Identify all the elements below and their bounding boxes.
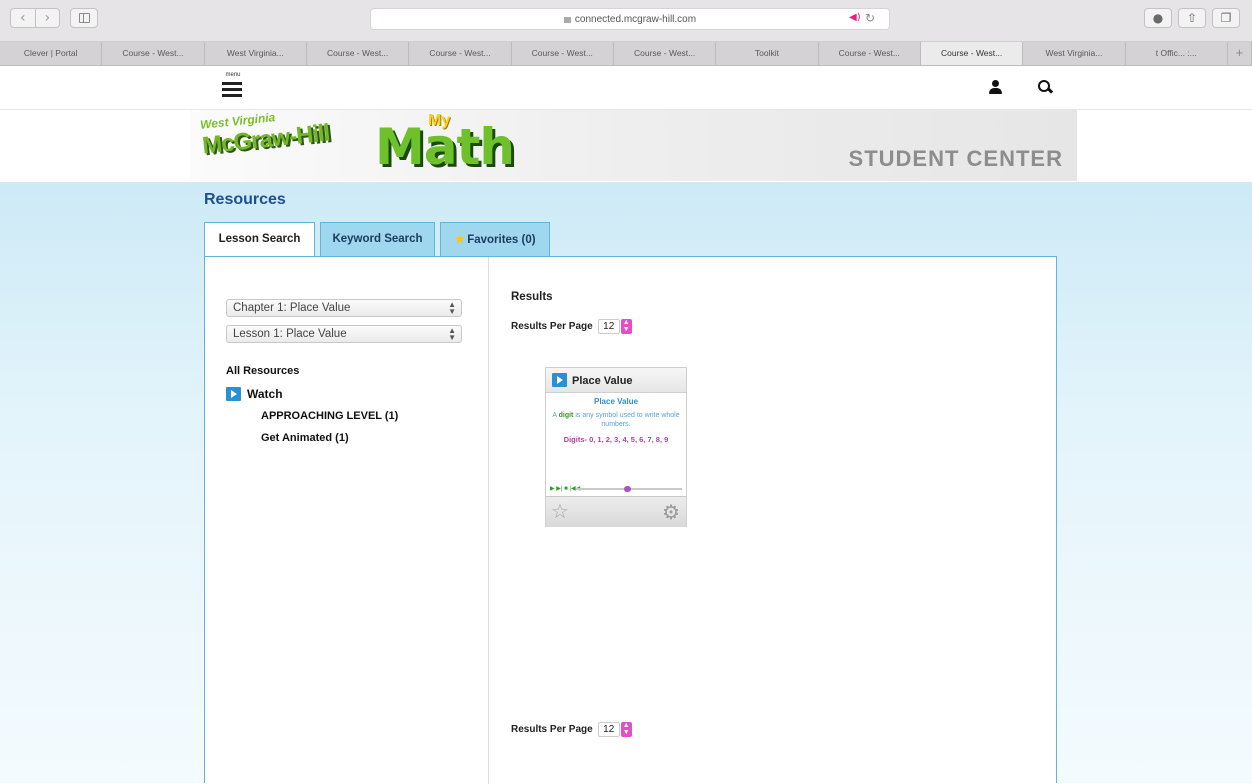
tabs-icon: ❐ — [1220, 11, 1232, 25]
watch-category[interactable]: Watch — [226, 387, 283, 403]
student-center-title: STUDENT CENTER — [848, 146, 1063, 171]
card-thumbnail[interactable]: Place Value A digit is any symbol used t… — [546, 393, 686, 444]
reload-icon[interactable]: ↻ — [865, 11, 875, 25]
url-text: connected.mcgraw-hill.com — [574, 14, 697, 25]
get-animated-link[interactable]: Get Animated (1) — [261, 432, 349, 444]
watch-label: Watch — [247, 387, 283, 401]
site-header: menu — [0, 66, 1252, 110]
browser-tab[interactable]: Course - West... — [102, 42, 205, 65]
extension-button[interactable]: ● — [1144, 8, 1172, 28]
results-heading: Results — [511, 291, 553, 303]
player-knob[interactable] — [624, 486, 631, 492]
share-button[interactable]: ⇧ — [1178, 8, 1206, 28]
favorite-star-icon[interactable]: ☆ — [551, 500, 569, 524]
search-panel: Chapter 1: Place Value ▲ ▼ Lesson 1: Plac… — [204, 256, 1057, 784]
browser-tab[interactable]: West Virginia... — [205, 42, 307, 65]
tab-keyword-search[interactable]: Keyword Search — [320, 222, 435, 257]
browser-tab[interactable]: Course - West... — [920, 42, 1024, 65]
select-arrows-icon: ▲ ▼ — [448, 300, 456, 316]
approaching-level-link[interactable]: APPROACHING LEVEL (1) — [261, 410, 398, 422]
resources-page: Resources Lesson Search Keyword Search ★… — [0, 182, 1252, 784]
menu-button[interactable]: menu — [222, 72, 244, 102]
browser-tabbar: Clever | Portal Course - West... West Virg… — [0, 42, 1252, 66]
all-resources-link[interactable]: All Resources — [226, 365, 299, 377]
thumb-digits: Digits- 0, 1, 2, 3, 4, 5, 6, 7, 8, 9 — [563, 435, 669, 444]
back-button[interactable]: ‹ — [11, 9, 35, 27]
select-arrows-icon[interactable]: ▲ ▼ — [620, 319, 632, 334]
lock-icon — [563, 17, 571, 23]
lesson-select-value: Lesson 1: Place Value — [233, 328, 347, 340]
browser-tab[interactable]: Toolkit — [716, 42, 819, 65]
nav-buttons: ‹ › — [10, 8, 60, 28]
select-arrows-icon[interactable]: ▲ ▼ — [620, 722, 632, 737]
chapter-select-value: Chapter 1: Place Value — [233, 302, 351, 314]
sidebar-toggle-button[interactable] — [70, 8, 98, 28]
gear-icon[interactable]: ⚙ — [662, 500, 680, 524]
browser-tab[interactable]: Course - West... — [819, 42, 921, 65]
browser-tab[interactable]: West Virginia... — [1023, 42, 1126, 65]
audio-icon[interactable]: ◀) — [849, 12, 861, 23]
browser-tab[interactable]: t Offic... :... — [1126, 42, 1228, 65]
page-title: Resources — [204, 191, 286, 208]
resource-card[interactable]: Place Value Place Value A digit is any s… — [545, 367, 687, 527]
browser-tab[interactable]: Clever | Portal — [0, 42, 103, 65]
play-icon — [226, 387, 241, 401]
browser-tab[interactable]: Course - West... — [614, 42, 717, 65]
extension-icon: ● — [1152, 11, 1164, 25]
results-per-page-bottom: Results Per Page 12 ▲ ▼ — [511, 722, 632, 738]
favorites-label: Favorites (0) — [467, 234, 536, 246]
browser-toolbar: ‹ › connected.mcgraw-hill.com ◀) ↻ ● ⇧ ❐ — [0, 0, 1252, 42]
results-per-page-label: Results Per Page — [511, 724, 593, 736]
video-player-bar[interactable]: ▶ ▶| ■ |◀◀ — [550, 485, 684, 493]
results-per-page-label: Results Per Page — [511, 321, 593, 333]
results-per-page-select[interactable]: 12 — [597, 722, 620, 737]
tab-favorites[interactable]: ★ Favorites (0) — [440, 222, 550, 257]
browser-tab[interactable]: Course - West... — [409, 42, 512, 65]
search-icon[interactable] — [1038, 80, 1052, 94]
share-icon: ⇧ — [1186, 11, 1198, 25]
star-icon: ★ — [454, 232, 466, 246]
results-per-page-top: Results Per Page 12 ▲ ▼ — [511, 319, 632, 335]
panel-divider — [488, 257, 489, 784]
select-arrows-icon: ▲ ▼ — [448, 326, 456, 342]
address-bar[interactable]: connected.mcgraw-hill.com ◀) ↻ — [370, 8, 890, 30]
browser-tab[interactable]: Course - West... — [512, 42, 614, 65]
lesson-select[interactable]: Lesson 1: Place Value ▲ ▼ — [226, 325, 462, 343]
tabs-overview-button[interactable]: ❐ — [1212, 8, 1240, 28]
forward-button[interactable]: › — [34, 9, 60, 27]
menu-icon — [222, 82, 242, 85]
card-header: Place Value — [546, 368, 686, 393]
thumb-title: Place Value — [593, 397, 639, 406]
play-icon — [552, 373, 567, 387]
banner: West Virginia McGraw-Hill Math My STUDEN… — [190, 110, 1077, 181]
new-tab-button[interactable]: + — [1228, 42, 1252, 65]
tab-lesson-search[interactable]: Lesson Search — [204, 222, 315, 257]
menu-label: menu — [225, 72, 241, 78]
results-per-page-select[interactable]: 12 — [597, 319, 620, 334]
card-title: Place Value — [572, 375, 633, 387]
thumb-description: A digit is any symbol used to write whol… — [552, 412, 680, 428]
browser-tab[interactable]: Course - West... — [307, 42, 410, 65]
logo-my: My — [428, 112, 451, 129]
sidebar-icon — [79, 13, 90, 23]
user-icon[interactable] — [988, 80, 1002, 96]
chapter-select[interactable]: Chapter 1: Place Value ▲ ▼ — [226, 299, 462, 317]
card-footer: ☆ ⚙ — [546, 496, 686, 527]
